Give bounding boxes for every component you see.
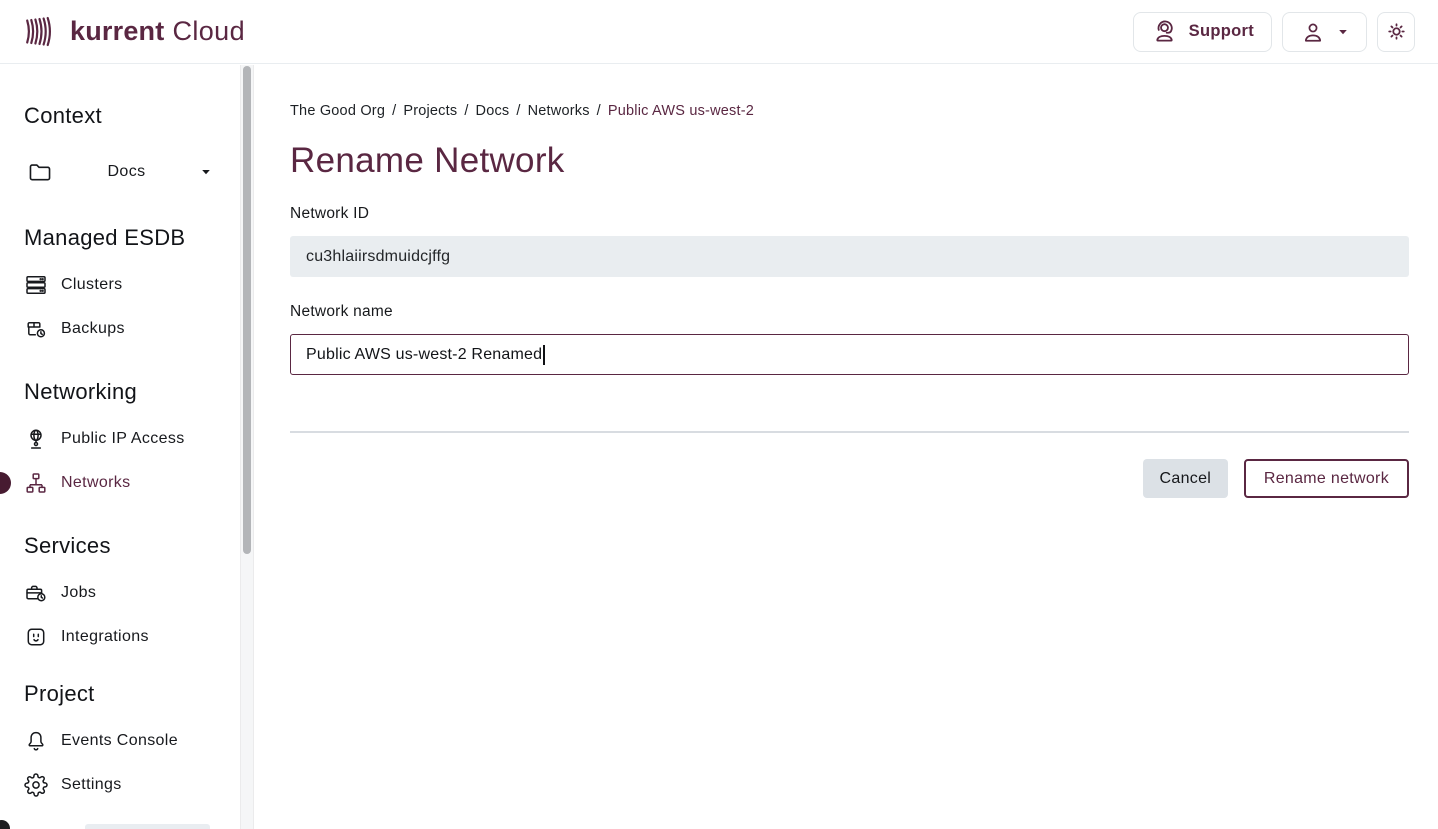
sidebar-item-public-ip-access[interactable]: Public IP Access bbox=[0, 417, 240, 461]
sidebar-scrollbar-thumb[interactable] bbox=[243, 66, 251, 554]
network-name-value: Public AWS us-west-2 Renamed bbox=[306, 346, 542, 364]
sidebar-cutoff-element bbox=[85, 824, 210, 829]
breadcrumb-projects[interactable]: Projects bbox=[403, 103, 457, 119]
breadcrumb-networks[interactable]: Networks bbox=[528, 103, 590, 119]
logo-text: kurrent Cloud bbox=[70, 16, 245, 47]
chevron-down-icon bbox=[200, 166, 212, 178]
sidebar-item-label: Backups bbox=[61, 320, 125, 338]
cancel-button[interactable]: Cancel bbox=[1143, 459, 1228, 498]
form-divider bbox=[290, 431, 1409, 433]
sidebar-item-label: Networks bbox=[61, 474, 130, 492]
page-title: Rename Network bbox=[290, 141, 1409, 181]
network-id-field: cu3hlaiirsdmuidcjffg bbox=[290, 236, 1409, 277]
nav-group-services: Jobs Integrations bbox=[0, 571, 240, 659]
network-hierarchy-icon bbox=[24, 471, 48, 495]
network-id-label: Network ID bbox=[290, 205, 1409, 223]
sidebar-item-jobs[interactable]: Jobs bbox=[0, 571, 240, 615]
clusters-servers-icon bbox=[24, 273, 48, 297]
sidebar-heading-project: Project bbox=[0, 681, 240, 707]
breadcrumb-separator: / bbox=[464, 103, 468, 119]
chevron-down-icon bbox=[1337, 26, 1349, 38]
user-icon bbox=[1300, 19, 1326, 45]
rename-network-button[interactable]: Rename network bbox=[1244, 459, 1409, 498]
backup-box-clock-icon bbox=[24, 317, 48, 341]
sidebar-item-settings[interactable]: Settings bbox=[0, 763, 240, 807]
sidebar-item-networks[interactable]: Networks bbox=[0, 461, 240, 505]
nav-group-managed-esdb: Clusters Backups bbox=[0, 263, 240, 351]
folder-icon bbox=[27, 159, 53, 185]
kurrent-logo-mark-icon bbox=[24, 15, 61, 48]
sun-icon bbox=[1384, 19, 1409, 44]
breadcrumb-project-docs[interactable]: Docs bbox=[476, 103, 510, 119]
support-button[interactable]: Support bbox=[1133, 12, 1272, 52]
globe-stand-icon bbox=[24, 427, 48, 451]
sidebar-item-events-console[interactable]: Events Console bbox=[0, 719, 240, 763]
breadcrumb-separator: / bbox=[392, 103, 396, 119]
bell-icon bbox=[24, 729, 48, 753]
context-selected-value: Docs bbox=[53, 163, 200, 181]
context-project-selector[interactable]: Docs bbox=[27, 159, 212, 185]
top-header: kurrent Cloud Support bbox=[0, 0, 1438, 64]
breadcrumb-current: Public AWS us-west-2 bbox=[608, 103, 754, 119]
sidebar-heading-managed-esdb: Managed ESDB bbox=[0, 225, 240, 251]
header-actions: Support bbox=[1133, 12, 1415, 52]
sidebar-item-label: Clusters bbox=[61, 276, 122, 294]
sidebar-item-label: Public IP Access bbox=[61, 430, 185, 448]
sidebar: Context Docs Managed ESDB bbox=[0, 65, 240, 829]
sidebar-item-label: Settings bbox=[61, 776, 122, 794]
active-item-indicator bbox=[0, 472, 11, 494]
kurrent-cloud-logo[interactable]: kurrent Cloud bbox=[24, 15, 245, 48]
text-cursor bbox=[543, 345, 545, 365]
sidebar-heading-services: Services bbox=[0, 533, 240, 559]
form-actions: Cancel Rename network bbox=[290, 459, 1409, 498]
support-label: Support bbox=[1189, 22, 1254, 41]
power-outlet-icon bbox=[24, 625, 48, 649]
network-id-value: cu3hlaiirsdmuidcjffg bbox=[306, 248, 450, 266]
nav-group-networking: Public IP Access Networks bbox=[0, 417, 240, 505]
sidebar-item-clusters[interactable]: Clusters bbox=[0, 263, 240, 307]
sidebar-cutoff-glyph bbox=[0, 820, 10, 829]
gear-icon bbox=[24, 773, 48, 797]
breadcrumb-separator: / bbox=[516, 103, 520, 119]
sidebar-scrollbar-track[interactable] bbox=[240, 65, 254, 829]
breadcrumb: The Good Org / Projects / Docs / Networks / Publ… bbox=[290, 102, 1409, 120]
breadcrumb-org[interactable]: The Good Org bbox=[290, 103, 385, 119]
sidebar-heading-networking: Networking bbox=[0, 379, 240, 405]
logo-brand: kurrent bbox=[70, 16, 164, 47]
logo-suffix: Cloud bbox=[172, 16, 245, 47]
network-name-label: Network name bbox=[290, 303, 1409, 321]
sidebar-item-label: Events Console bbox=[61, 732, 178, 750]
theme-toggle-button[interactable] bbox=[1377, 12, 1415, 52]
briefcase-clock-icon bbox=[24, 581, 48, 605]
sidebar-item-backups[interactable]: Backups bbox=[0, 307, 240, 351]
sidebar-item-label: Jobs bbox=[61, 584, 96, 602]
sidebar-item-label: Integrations bbox=[61, 628, 149, 646]
sidebar-item-integrations[interactable]: Integrations bbox=[0, 615, 240, 659]
nav-group-project: Events Console Settings bbox=[0, 719, 240, 807]
sidebar-heading-context: Context bbox=[0, 103, 240, 129]
headset-support-icon bbox=[1151, 18, 1178, 45]
breadcrumb-separator: / bbox=[597, 103, 601, 119]
user-menu-button[interactable] bbox=[1282, 12, 1367, 52]
main-content: The Good Org / Projects / Docs / Networks / Publ… bbox=[254, 65, 1438, 829]
network-name-input[interactable]: Public AWS us-west-2 Renamed bbox=[290, 334, 1409, 375]
